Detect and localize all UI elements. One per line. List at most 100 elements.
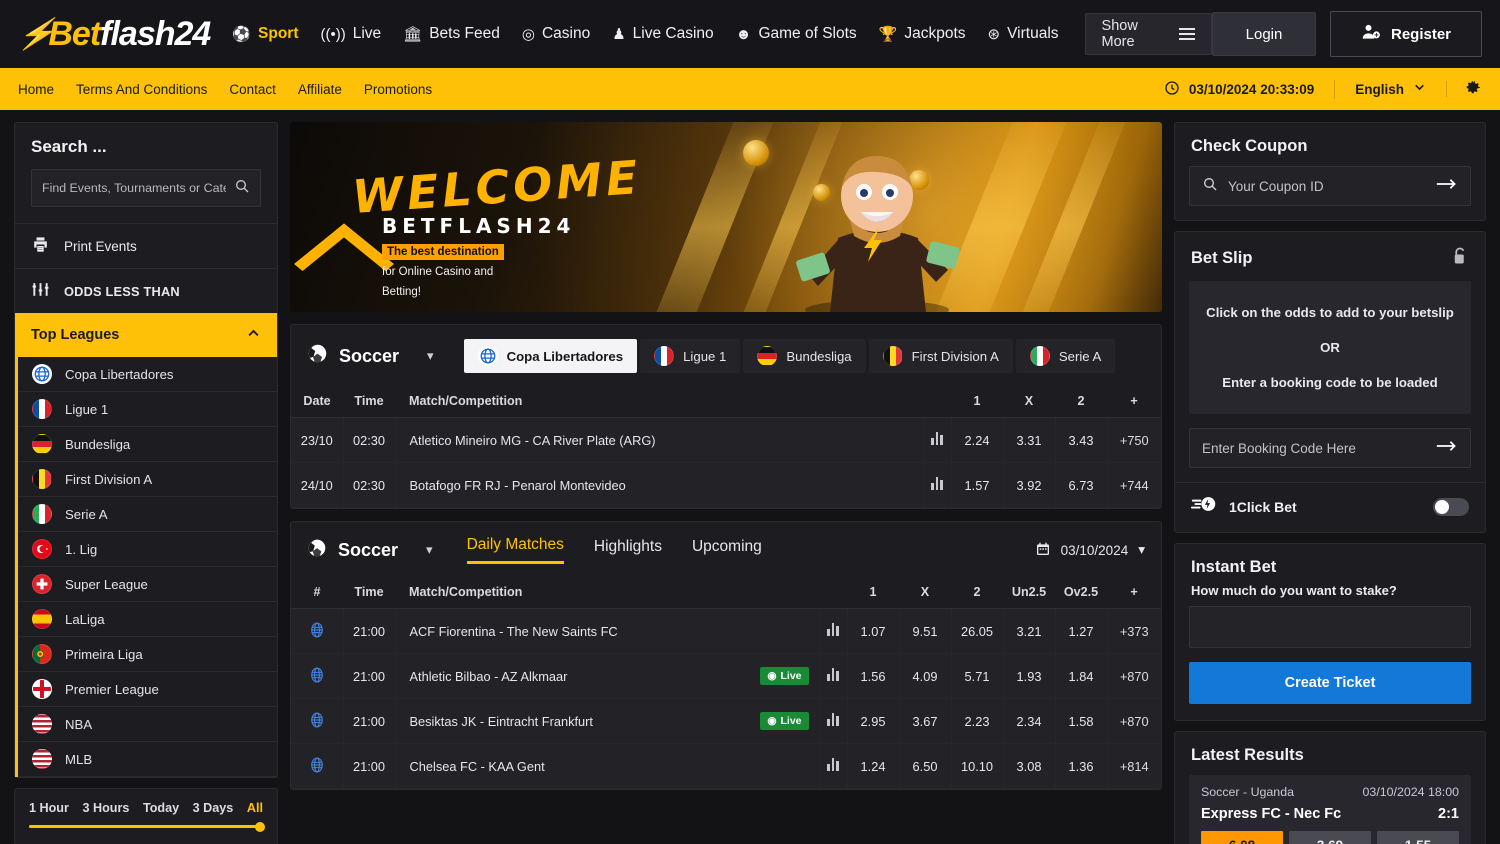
top-leagues-header[interactable]: Top Leagues xyxy=(15,313,277,357)
odd-draw[interactable]: 3.67 xyxy=(899,698,952,744)
odd-away[interactable]: 5.71 xyxy=(951,653,1004,699)
sidebar-league-item[interactable]: LaLiga xyxy=(18,602,277,637)
settings-gear-button[interactable] xyxy=(1447,79,1482,99)
match-sport-icon-cell[interactable] xyxy=(291,698,344,744)
stake-amount-input[interactable] xyxy=(1189,606,1471,648)
nav-item-sport[interactable]: ⚽ Sport xyxy=(232,25,298,43)
result-odd[interactable]: 3.69 xyxy=(1289,831,1371,844)
globe-icon[interactable] xyxy=(308,621,326,639)
featured-league-tab[interactable]: Serie A xyxy=(1015,339,1116,373)
nav-item-bets-feed[interactable]: 🏛 Bets Feed xyxy=(403,25,500,43)
daily-match-row[interactable]: 21:00 Besiktas JK - Eintracht Frankfurt ◉ L… xyxy=(291,698,1161,744)
nav-item-virtuals[interactable]: ⊛ Virtuals xyxy=(988,25,1059,43)
subnav-link-promotions[interactable]: Promotions xyxy=(364,82,432,97)
result-odd[interactable]: 6.08 xyxy=(1201,831,1283,844)
sidebar-league-item[interactable]: First Division A xyxy=(18,462,277,497)
odds-less-than-button[interactable]: ODDS LESS THAN xyxy=(15,268,277,313)
show-more-button[interactable]: Show More xyxy=(1084,13,1212,55)
match-name[interactable]: Botafogo FR RJ - Penarol Montevideo xyxy=(395,462,924,508)
odd-away[interactable]: 3.43 xyxy=(1055,417,1108,463)
odd-draw[interactable]: 3.31 xyxy=(1003,417,1056,463)
odd-draw[interactable]: 9.51 xyxy=(899,608,952,654)
match-stats-cell[interactable] xyxy=(819,698,848,744)
more-markets[interactable]: +814 xyxy=(1107,743,1161,789)
latest-result-item[interactable]: Soccer - Uganda 03/10/2024 18:00 Express F… xyxy=(1189,775,1471,844)
odd-home[interactable]: 1.56 xyxy=(847,653,900,699)
match-stats-cell[interactable] xyxy=(819,608,848,654)
odd-home[interactable]: 1.57 xyxy=(951,462,1004,508)
sidebar-league-item[interactable]: Copa Libertadores xyxy=(18,357,277,392)
more-markets[interactable]: +744 xyxy=(1107,462,1161,508)
odd-home[interactable]: 2.24 xyxy=(951,417,1004,463)
odd-away[interactable]: 2.23 xyxy=(951,698,1004,744)
more-markets[interactable]: +870 xyxy=(1107,653,1161,699)
time-filter-option[interactable]: 1 Hour xyxy=(29,801,69,815)
match-name[interactable]: Atletico Mineiro MG - CA River Plate (AR… xyxy=(395,417,924,463)
odd-under-2-5[interactable]: 3.08 xyxy=(1003,743,1056,789)
site-logo[interactable]: ⚡ Bet flash24 xyxy=(16,15,212,54)
stats-bars-icon[interactable] xyxy=(827,758,839,771)
sidebar-league-item[interactable]: Ligue 1 xyxy=(18,392,277,427)
globe-icon[interactable] xyxy=(308,756,326,774)
sidebar-league-item[interactable]: Primeira Liga xyxy=(18,637,277,672)
featured-match-row[interactable]: 24/10 02:30 Botafogo FR RJ - Penarol Monte… xyxy=(291,462,1161,508)
subnav-link-home[interactable]: Home xyxy=(18,82,54,97)
time-filter-option[interactable]: Today xyxy=(143,801,179,815)
time-filter-option[interactable]: 3 Hours xyxy=(82,801,129,815)
subnav-link-affiliate[interactable]: Affiliate xyxy=(298,82,342,97)
nav-item-live-casino[interactable]: ♟ Live Casino xyxy=(612,25,713,43)
featured-league-tab[interactable]: Copa Libertadores xyxy=(463,339,638,373)
time-filter-knob[interactable] xyxy=(255,821,265,832)
sidebar-league-item[interactable]: MLB xyxy=(18,742,277,777)
match-name-cell[interactable]: Chelsea FC - KAA Gent xyxy=(395,743,820,789)
daily-match-row[interactable]: 21:00 Chelsea FC - KAA Gent 1.24 6.50 10.10 3… xyxy=(291,743,1161,789)
match-stats-cell[interactable] xyxy=(819,743,848,789)
odd-home[interactable]: 2.95 xyxy=(847,698,900,744)
odd-draw[interactable]: 6.50 xyxy=(899,743,952,789)
featured-match-row[interactable]: 23/10 02:30 Atletico Mineiro MG - CA River… xyxy=(291,417,1161,463)
match-sport-icon-cell[interactable] xyxy=(291,653,344,699)
booking-code-input[interactable] xyxy=(1202,440,1426,456)
daily-match-row[interactable]: 21:00 Athletic Bilbao - AZ Alkmaar ◉ Live 1.… xyxy=(291,653,1161,699)
odd-under-2-5[interactable]: 2.34 xyxy=(1003,698,1056,744)
match-sport-icon-cell[interactable] xyxy=(291,743,344,789)
subnav-link-contact[interactable]: Contact xyxy=(229,82,276,97)
nav-item-jackpots[interactable]: 🏆 Jackpots xyxy=(879,25,966,43)
sidebar-league-item[interactable]: NBA xyxy=(18,707,277,742)
time-filter-slider[interactable] xyxy=(29,821,265,832)
nav-item-live[interactable]: ((•)) Live xyxy=(321,25,382,43)
time-filter-option[interactable]: All xyxy=(247,801,263,815)
daily-view-tab[interactable]: Daily Matches xyxy=(466,536,564,564)
odd-under-2-5[interactable]: 1.93 xyxy=(1003,653,1056,699)
featured-league-tab[interactable]: First Division A xyxy=(868,339,1013,373)
more-markets[interactable]: +750 xyxy=(1107,417,1161,463)
promo-banner[interactable]: WELCOME BETFLASH24 The best destination … xyxy=(290,122,1162,312)
odd-home[interactable]: 1.07 xyxy=(847,608,900,654)
sidebar-league-item[interactable]: Serie A xyxy=(18,497,277,532)
odd-over-2-5[interactable]: 1.27 xyxy=(1055,608,1108,654)
odd-draw[interactable]: 3.92 xyxy=(1003,462,1056,508)
odd-away[interactable]: 6.73 xyxy=(1055,462,1108,508)
odd-home[interactable]: 1.24 xyxy=(847,743,900,789)
stats-bars-icon[interactable] xyxy=(827,668,839,681)
odd-draw[interactable]: 4.09 xyxy=(899,653,952,699)
stats-bars-icon[interactable] xyxy=(931,477,943,490)
search-icon[interactable] xyxy=(234,178,250,199)
one-click-bet-toggle[interactable] xyxy=(1433,497,1469,516)
more-markets[interactable]: +870 xyxy=(1107,698,1161,744)
result-odd[interactable]: 1.55 xyxy=(1377,831,1459,844)
sidebar-league-item[interactable]: Bundesliga xyxy=(18,427,277,462)
submit-arrow-icon[interactable] xyxy=(1436,177,1458,196)
booking-code-input-wrapper[interactable] xyxy=(1189,428,1471,468)
language-selector[interactable]: English xyxy=(1335,81,1447,97)
unlock-icon[interactable] xyxy=(1451,246,1469,271)
sidebar-league-item[interactable]: Super League xyxy=(18,567,277,602)
match-stats-cell[interactable] xyxy=(819,653,848,699)
coupon-input-wrapper[interactable] xyxy=(1189,166,1471,206)
time-filter-option[interactable]: 3 Days xyxy=(193,801,234,815)
stats-bars-icon[interactable] xyxy=(827,623,839,636)
stats-bars-icon[interactable] xyxy=(931,432,943,445)
sidebar-league-item[interactable]: 1. Lig xyxy=(18,532,277,567)
register-button[interactable]: Register xyxy=(1330,11,1482,57)
daily-view-tab[interactable]: Upcoming xyxy=(692,538,762,563)
